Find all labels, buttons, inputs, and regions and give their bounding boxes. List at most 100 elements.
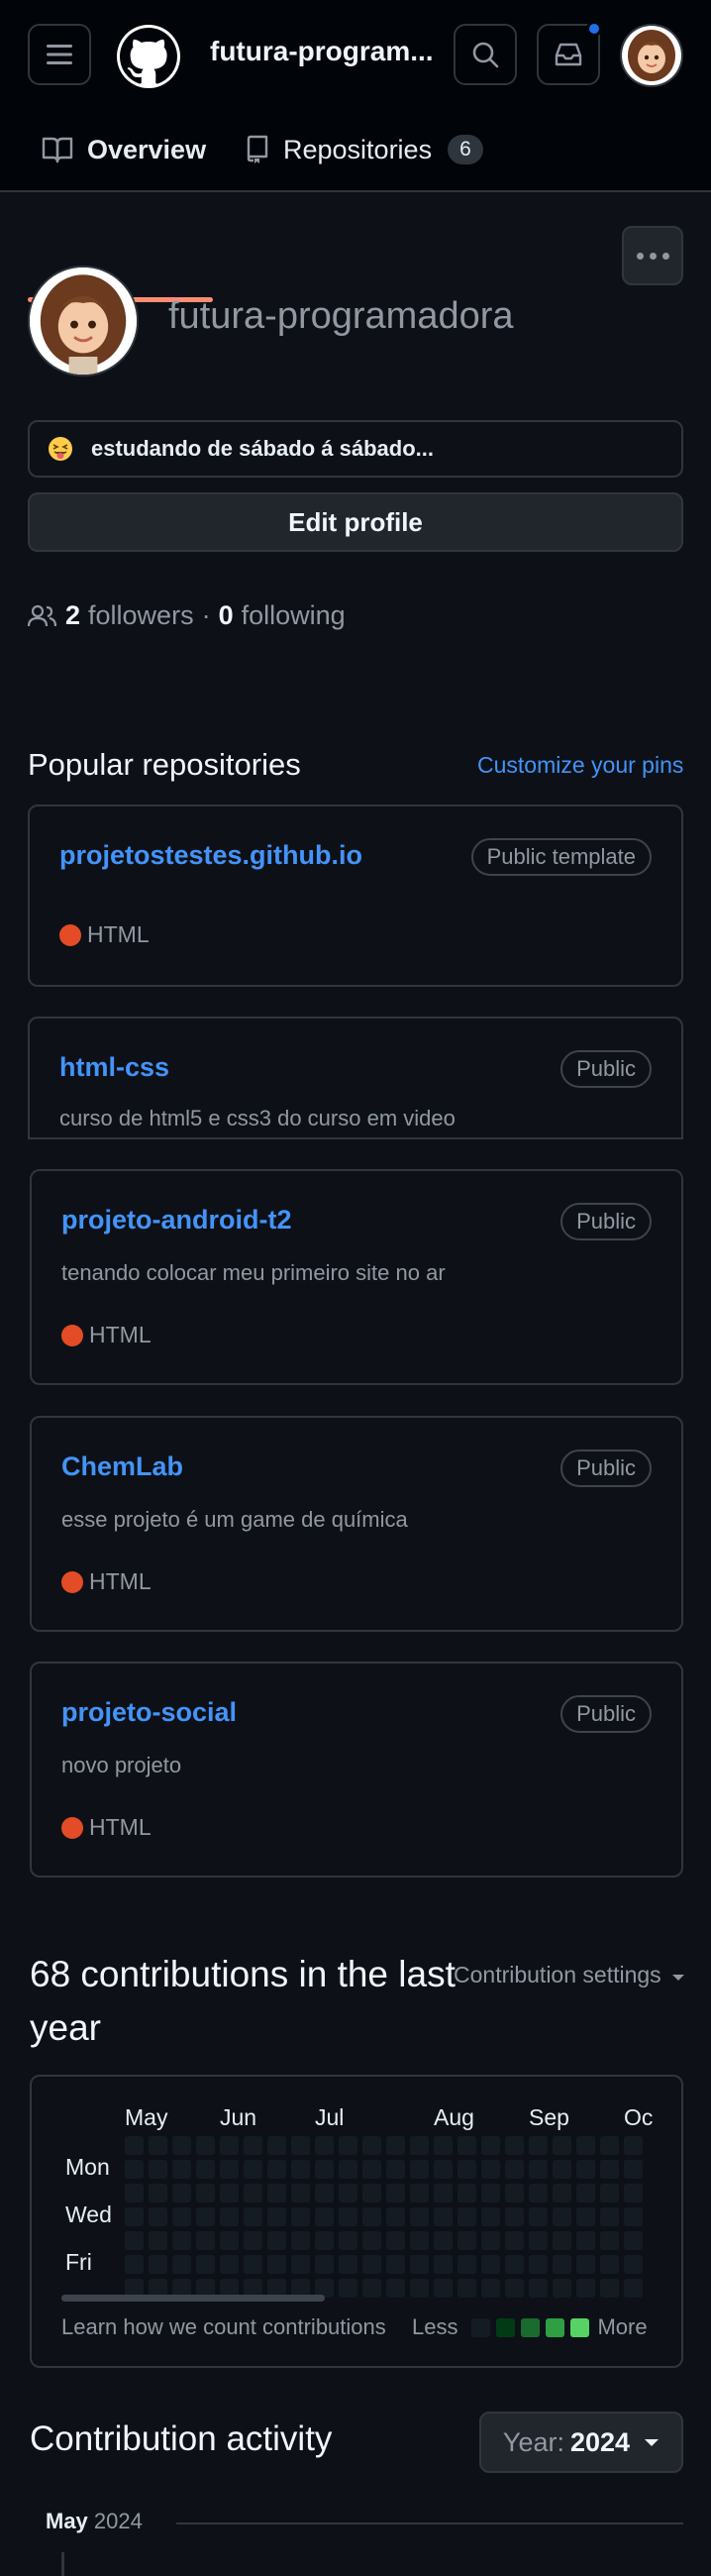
followers-link[interactable]: followers xyxy=(88,600,194,631)
header-username[interactable]: futura-program... xyxy=(210,36,434,67)
contribution-cell[interactable] xyxy=(220,2184,239,2202)
contribution-cell[interactable] xyxy=(386,2279,405,2298)
contribution-cell[interactable] xyxy=(624,2255,643,2274)
edit-profile-button[interactable]: Edit profile xyxy=(28,492,683,552)
contribution-cell[interactable] xyxy=(434,2160,453,2179)
contribution-cell[interactable] xyxy=(457,2207,476,2226)
contribution-cell[interactable] xyxy=(410,2160,429,2179)
contribution-cell[interactable] xyxy=(196,2184,215,2202)
contribution-cell[interactable] xyxy=(600,2231,619,2250)
contribution-cell[interactable] xyxy=(172,2207,191,2226)
contribution-cell[interactable] xyxy=(196,2207,215,2226)
contribution-cell[interactable] xyxy=(244,2231,262,2250)
menu-button[interactable] xyxy=(28,24,91,85)
contribution-cell[interactable] xyxy=(149,2255,167,2274)
contribution-cell[interactable] xyxy=(434,2207,453,2226)
contribution-cell[interactable] xyxy=(553,2231,571,2250)
contribution-cell[interactable] xyxy=(244,2255,262,2274)
graph-scrollbar[interactable] xyxy=(61,2295,325,2302)
contribution-cell[interactable] xyxy=(386,2184,405,2202)
contribution-cell[interactable] xyxy=(362,2231,381,2250)
contribution-cell[interactable] xyxy=(196,2160,215,2179)
following-count[interactable]: 0 xyxy=(219,600,234,631)
contribution-cell[interactable] xyxy=(576,2279,595,2298)
learn-contributions-link[interactable]: Learn how we count contributions xyxy=(61,2314,386,2340)
contribution-cell[interactable] xyxy=(172,2255,191,2274)
contribution-cell[interactable] xyxy=(481,2160,500,2179)
contribution-cell[interactable] xyxy=(624,2136,643,2155)
repo-name-link[interactable]: ChemLab xyxy=(61,1451,183,1482)
more-options-button[interactable] xyxy=(622,226,683,285)
contribution-cell[interactable] xyxy=(434,2136,453,2155)
contribution-cell[interactable] xyxy=(457,2231,476,2250)
contribution-cell[interactable] xyxy=(149,2136,167,2155)
contribution-cell[interactable] xyxy=(553,2207,571,2226)
contribution-cell[interactable] xyxy=(315,2160,334,2179)
contribution-cell[interactable] xyxy=(624,2184,643,2202)
contribution-cell[interactable] xyxy=(220,2255,239,2274)
contribution-cell[interactable] xyxy=(291,2136,310,2155)
contribution-cell[interactable] xyxy=(410,2231,429,2250)
contribution-cell[interactable] xyxy=(244,2160,262,2179)
contribution-cell[interactable] xyxy=(386,2207,405,2226)
contribution-cell[interactable] xyxy=(149,2160,167,2179)
contribution-cell[interactable] xyxy=(196,2136,215,2155)
contribution-cell[interactable] xyxy=(481,2207,500,2226)
contribution-cell[interactable] xyxy=(339,2184,357,2202)
user-status[interactable]: estudando de sábado á sábado... xyxy=(28,420,683,478)
contribution-cell[interactable] xyxy=(339,2207,357,2226)
contribution-cell[interactable] xyxy=(600,2136,619,2155)
contribution-cell[interactable] xyxy=(553,2255,571,2274)
contribution-cell[interactable] xyxy=(339,2160,357,2179)
contribution-cell[interactable] xyxy=(125,2160,144,2179)
repo-name-link[interactable]: html-css xyxy=(59,1052,169,1083)
contribution-cell[interactable] xyxy=(125,2136,144,2155)
contribution-cell[interactable] xyxy=(481,2231,500,2250)
contribution-cell[interactable] xyxy=(244,2184,262,2202)
contribution-cell[interactable] xyxy=(457,2136,476,2155)
contribution-cell[interactable] xyxy=(481,2279,500,2298)
contribution-cell[interactable] xyxy=(529,2255,548,2274)
contribution-cell[interactable] xyxy=(220,2160,239,2179)
repo-name-link[interactable]: projeto-social xyxy=(61,1697,237,1728)
contribution-cell[interactable] xyxy=(362,2279,381,2298)
contribution-cell[interactable] xyxy=(505,2136,524,2155)
contribution-cell[interactable] xyxy=(434,2279,453,2298)
contribution-cell[interactable] xyxy=(172,2184,191,2202)
contribution-cell[interactable] xyxy=(600,2160,619,2179)
contribution-cell[interactable] xyxy=(457,2184,476,2202)
contribution-cell[interactable] xyxy=(553,2160,571,2179)
contribution-cell[interactable] xyxy=(576,2207,595,2226)
contribution-cell[interactable] xyxy=(481,2255,500,2274)
contribution-cell[interactable] xyxy=(172,2160,191,2179)
contribution-cell[interactable] xyxy=(600,2279,619,2298)
contribution-cell[interactable] xyxy=(624,2279,643,2298)
contribution-cell[interactable] xyxy=(386,2231,405,2250)
contribution-cell[interactable] xyxy=(576,2231,595,2250)
github-logo-icon[interactable] xyxy=(117,25,180,88)
contribution-cell[interactable] xyxy=(529,2184,548,2202)
contribution-cell[interactable] xyxy=(600,2184,619,2202)
contribution-cell[interactable] xyxy=(457,2160,476,2179)
contribution-cell[interactable] xyxy=(267,2255,286,2274)
contribution-cell[interactable] xyxy=(149,2207,167,2226)
contribution-cell[interactable] xyxy=(624,2231,643,2250)
following-link[interactable]: following xyxy=(242,600,346,631)
contribution-cell[interactable] xyxy=(291,2207,310,2226)
tab-overview[interactable]: Overview xyxy=(42,129,206,170)
contribution-cell[interactable] xyxy=(125,2207,144,2226)
contribution-cell[interactable] xyxy=(505,2207,524,2226)
contribution-cell[interactable] xyxy=(410,2255,429,2274)
contribution-cell[interactable] xyxy=(505,2184,524,2202)
contribution-cell[interactable] xyxy=(339,2255,357,2274)
contribution-cell[interactable] xyxy=(362,2255,381,2274)
contribution-cell[interactable] xyxy=(362,2160,381,2179)
contribution-cell[interactable] xyxy=(529,2279,548,2298)
contribution-cell[interactable] xyxy=(244,2207,262,2226)
contribution-cell[interactable] xyxy=(457,2255,476,2274)
contribution-cell[interactable] xyxy=(576,2255,595,2274)
contribution-cell[interactable] xyxy=(291,2184,310,2202)
contribution-cell[interactable] xyxy=(553,2136,571,2155)
contribution-cell[interactable] xyxy=(172,2136,191,2155)
contribution-cell[interactable] xyxy=(315,2255,334,2274)
